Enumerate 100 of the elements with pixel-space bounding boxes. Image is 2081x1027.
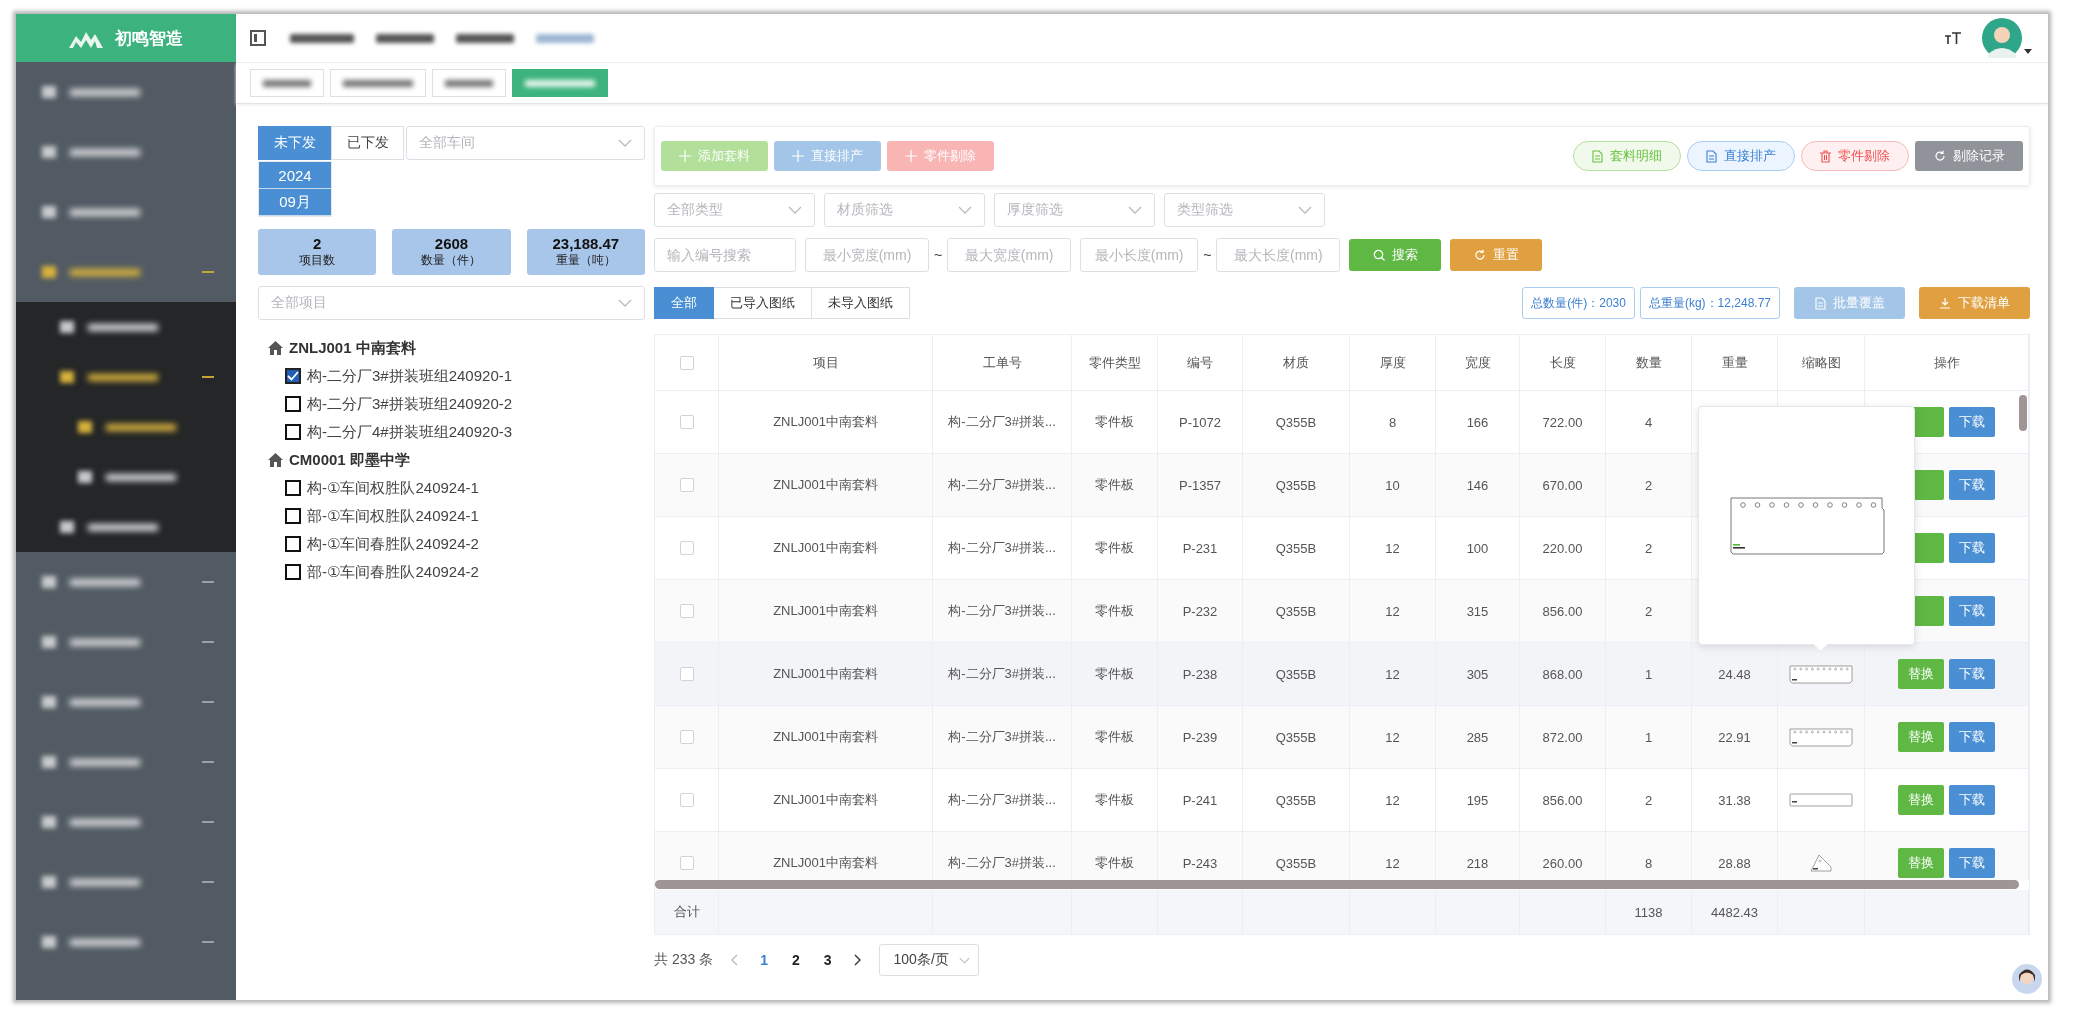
workshop-select[interactable]: 全部车间: [406, 126, 645, 160]
filter-select[interactable]: 全部类型: [654, 192, 815, 227]
tree-item-label[interactable]: 构-二分厂4#拼装班组240920-3: [307, 422, 513, 442]
trash-icon: [1820, 149, 1831, 163]
toolbar-button[interactable]: 直接排产: [1687, 141, 1795, 171]
menu-toggle-icon[interactable]: [250, 30, 266, 46]
part-thumbnail[interactable]: [1789, 663, 1853, 685]
range-separator: ~: [1203, 246, 1212, 263]
table-cell: P-241: [1158, 769, 1243, 831]
table-cell: 31.38: [1692, 769, 1778, 831]
page-size-select[interactable]: 100条/页: [878, 944, 979, 976]
row-checkbox[interactable]: [679, 730, 694, 744]
chevron-down-icon: [1298, 205, 1312, 214]
row-checkbox[interactable]: [679, 541, 694, 555]
reset-button[interactable]: 重置: [1450, 238, 1543, 271]
table-cell: 零件板: [1072, 517, 1158, 579]
min-width-field[interactable]: 最小宽度(mm): [805, 237, 929, 272]
download-button[interactable]: 下载: [1949, 785, 1995, 815]
download-button[interactable]: 下载: [1949, 722, 1995, 752]
tree-checkbox[interactable]: [285, 508, 301, 524]
replace-button[interactable]: 替换: [1898, 785, 1944, 815]
tree-checkbox[interactable]: [285, 536, 301, 552]
replace-button[interactable]: 替换: [1898, 848, 1944, 878]
tree-item-label[interactable]: 构-二分厂3#拼装班组240920-1: [307, 366, 513, 386]
download-list-button[interactable]: 下载清单: [1919, 287, 2030, 319]
status-toggle[interactable]: 已下发: [331, 126, 404, 160]
part-thumbnail[interactable]: [1789, 726, 1853, 748]
tree-checkbox[interactable]: [285, 368, 301, 384]
page-size-value: 100条/页: [893, 951, 949, 969]
part-thumbnail[interactable]: [1789, 792, 1853, 808]
table-cell: 2: [1606, 517, 1692, 579]
download-button[interactable]: 下载: [1949, 470, 1995, 500]
row-checkbox[interactable]: [679, 478, 694, 492]
menu-icon: [60, 371, 74, 383]
download-button[interactable]: 下载: [1949, 848, 1995, 878]
download-button[interactable]: 下载: [1949, 596, 1995, 626]
tree-group-label[interactable]: CM0001 即墨中学: [289, 450, 410, 470]
column-header: 工单号: [933, 335, 1072, 390]
tree-item-label[interactable]: 部-①车间权胜队240924-1: [307, 506, 479, 526]
table-cell: 12: [1350, 769, 1436, 831]
table-cell: 12: [1350, 517, 1436, 579]
row-checkbox[interactable]: [679, 604, 694, 618]
table-cell: 220.00: [1520, 517, 1606, 579]
tree-item-label[interactable]: 部-①车间春胜队240924-2: [307, 562, 479, 582]
search-button[interactable]: 搜索: [1349, 238, 1442, 271]
download-button[interactable]: 下载: [1949, 659, 1995, 689]
chevron-down-icon: [1128, 205, 1142, 214]
view-tab[interactable]: 全部: [654, 287, 714, 319]
max-width-field[interactable]: 最大宽度(mm): [947, 237, 1072, 272]
column-header: 编号: [1158, 335, 1243, 390]
month-label[interactable]: 09月: [259, 189, 331, 216]
font-size-icon[interactable]: [1944, 30, 1962, 46]
filter-select[interactable]: 类型筛选: [1164, 192, 1325, 227]
view-tab[interactable]: 已导入图纸: [714, 287, 812, 319]
filter-select[interactable]: 厚度筛选: [994, 192, 1155, 227]
page-number[interactable]: 3: [820, 952, 835, 968]
tree-checkbox[interactable]: [285, 424, 301, 440]
replace-button[interactable]: 替换: [1898, 722, 1944, 752]
download-button[interactable]: 下载: [1949, 407, 1995, 437]
row-checkbox[interactable]: [679, 415, 694, 429]
tree-checkbox[interactable]: [285, 480, 301, 496]
table-cell: Q355B: [1243, 391, 1350, 453]
column-header: 零件类型: [1072, 335, 1158, 390]
row-checkbox[interactable]: [679, 856, 694, 870]
tree-group-label[interactable]: ZNLJ001 中南套料: [289, 338, 416, 358]
tree-item-label[interactable]: 构-①车间春胜队240924-2: [307, 534, 479, 554]
stat-label: 数量（件）: [421, 252, 482, 269]
prev-page-icon[interactable]: [731, 954, 740, 966]
year-label[interactable]: 2024: [259, 162, 331, 189]
next-page-icon[interactable]: [852, 954, 861, 966]
min-length-field[interactable]: 最小长度(mm): [1080, 237, 1199, 272]
footer-cell: 4482.43: [1692, 890, 1778, 934]
page-number[interactable]: 2: [788, 952, 803, 968]
part-thumbnail[interactable]: [1809, 853, 1833, 873]
toolbar-button[interactable]: 零件剔除: [1801, 141, 1909, 171]
max-length-field[interactable]: 最大长度(mm): [1216, 237, 1341, 272]
view-tab[interactable]: 未导入图纸: [812, 287, 910, 319]
page-number[interactable]: 1: [757, 952, 771, 968]
code-search-field[interactable]: 输入编号搜索: [654, 237, 796, 272]
select-all-checkbox[interactable]: [679, 355, 694, 370]
tree-item-label[interactable]: 构-二分厂3#拼装班组240920-2: [307, 394, 513, 414]
blurred-tab[interactable]: [512, 69, 608, 97]
table-cell: 零件板: [1072, 706, 1158, 768]
assistant-avatar[interactable]: [2012, 964, 2042, 994]
home-icon: [268, 341, 283, 355]
status-toggle[interactable]: 未下发: [258, 126, 331, 160]
toolbar-button[interactable]: 套料明细: [1573, 141, 1681, 171]
project-select[interactable]: 全部项目: [258, 286, 645, 320]
horizontal-scrollbar[interactable]: [655, 880, 2019, 889]
row-checkbox[interactable]: [679, 667, 694, 681]
replace-button[interactable]: 替换: [1898, 659, 1944, 689]
filter-select[interactable]: 材质筛选: [824, 192, 985, 227]
toolbar-button[interactable]: 剔除记录: [1915, 141, 2023, 171]
caret-icon[interactable]: [2024, 49, 2032, 54]
tree-checkbox[interactable]: [285, 564, 301, 580]
vertical-scrollbar[interactable]: [2019, 395, 2027, 431]
row-checkbox[interactable]: [679, 793, 694, 807]
tree-checkbox[interactable]: [285, 396, 301, 412]
tree-item-label[interactable]: 构-①车间权胜队240924-1: [307, 478, 479, 498]
download-button[interactable]: 下载: [1949, 533, 1995, 563]
